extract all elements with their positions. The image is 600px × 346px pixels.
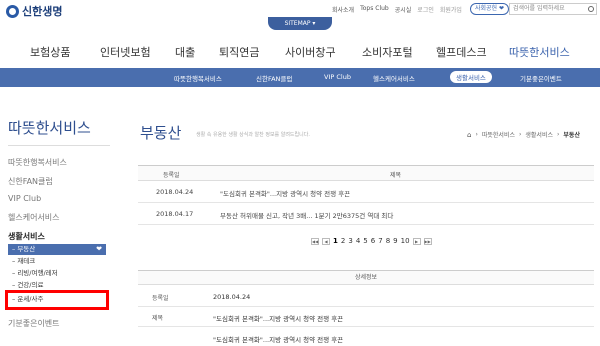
main-nav: 보험상품 인터넷보험 대출 퇴직연금 사이버창구 소비자포털 헬프데스크 따뜻한… <box>0 44 600 66</box>
page-number[interactable]: 5 <box>363 237 367 245</box>
util-link-login[interactable]: 로그인 <box>417 5 434 14</box>
sidebar-sub-label-text: 부동산 <box>17 245 36 253</box>
page-number[interactable]: 7 <box>378 237 382 245</box>
subnav-item-life[interactable]: 생활서비스 <box>450 71 492 83</box>
page-number[interactable]: 3 <box>348 237 352 245</box>
breadcrumb-item[interactable]: 따뜻한서비스 <box>482 130 515 139</box>
util-link-disclosure[interactable]: 공시실 <box>395 5 412 14</box>
bc-sep: › <box>518 131 522 138</box>
detail-title-label: 제목 <box>152 315 164 322</box>
table-header: 등록일 제목 <box>138 166 594 181</box>
row-title[interactable]: "도심회귀 본격화"...지방 광역시 청약 전쟁 후끈 <box>220 188 350 198</box>
detail-divider <box>138 306 594 307</box>
subnav-item-event[interactable]: 기분좋은이벤트 <box>520 73 562 83</box>
gnb-item-insurance[interactable]: 보험상품 <box>30 44 70 60</box>
sidebar-item-happy[interactable]: 따뜻한행복서비스 <box>8 157 67 168</box>
social-contribution-button[interactable]: 사회공헌 ❤ <box>470 3 510 15</box>
column-header-date: 등록일 <box>163 172 180 179</box>
sidebar-item-vip[interactable]: VIP Club <box>8 194 41 203</box>
first-page-button[interactable]: ◀◀ <box>311 237 319 245</box>
highlight-box <box>5 290 109 310</box>
sitemap-button[interactable]: SITEMAP ▾ <box>268 17 332 30</box>
detail-date-label: 등록일 <box>152 295 169 302</box>
detail-header: 상세정보 <box>138 270 594 285</box>
sidebar-sub-label-text: 건강/의료 <box>17 281 44 289</box>
subnav-item-healthcare[interactable]: 헬스케어서비스 <box>373 73 415 83</box>
gnb-item-pension[interactable]: 퇴직연금 <box>219 44 259 60</box>
gnb-item-warm-service[interactable]: 따뜻한서비스 <box>509 44 570 60</box>
row-date: 2018.04.24 <box>156 188 194 196</box>
util-link-company[interactable]: 회사소개 <box>332 5 354 14</box>
breadcrumb: ⌂ › 따뜻한서비스 › 생활서비스 › 부동산 <box>467 130 580 140</box>
page-description: 생활 속 유용한 생활 상식과 알찬 정보를 알려드립니다. <box>196 132 310 138</box>
last-page-button[interactable]: ▶▶ <box>423 237 432 245</box>
subnav-item-fan-club[interactable]: 신한FAN클럽 <box>256 73 292 83</box>
sidebar-sub-living[interactable]: – 리빙/여행/레저 <box>8 268 106 279</box>
sidebar-sub-real-estate[interactable]: – 부동산 ❤ <box>8 244 106 255</box>
detail-divider <box>138 326 594 327</box>
home-icon[interactable]: ⌂ <box>467 131 471 139</box>
bc-sep: › <box>557 131 560 138</box>
subnav-item-happy[interactable]: 따뜻한행복서비스 <box>174 73 222 83</box>
sidebar-title: 따뜻한서비스 <box>8 119 91 137</box>
detail-date: 2018.04.24 <box>213 293 251 301</box>
bc-sep: › <box>475 131 478 138</box>
page-title: 부동산 <box>140 124 182 142</box>
utility-links: 회사소개 Tops Club 공시실 로그인 회원가입 <box>332 5 462 14</box>
logo-mark-icon <box>6 4 19 18</box>
search-placeholder: 검색어를 입력하세요 <box>513 5 565 12</box>
sidebar-item-healthcare[interactable]: 헬스케어서비스 <box>8 212 60 223</box>
row-date: 2018.04.17 <box>156 210 194 218</box>
subnav-item-vip[interactable]: VIP Club <box>324 73 351 81</box>
page-number[interactable]: 10 <box>401 237 410 245</box>
search-icon[interactable] <box>588 6 594 12</box>
breadcrumb-current: 부동산 <box>563 132 580 139</box>
page-number[interactable]: 8 <box>386 237 390 245</box>
prev-page-button[interactable]: ◀ <box>322 237 330 245</box>
sidebar-divider <box>8 145 110 146</box>
sub-nav: 따뜻한행복서비스 신한FAN클럽 VIP Club 헬스케어서비스 생활서비스 … <box>0 68 600 87</box>
gnb-item-helpdesk[interactable]: 헬프데스크 <box>436 44 487 60</box>
page-number[interactable]: 4 <box>356 237 360 245</box>
gnb-item-internet-insurance[interactable]: 인터넷보험 <box>100 44 151 60</box>
sidebar-sub-label-text: 재테크 <box>17 257 36 265</box>
table-row[interactable]: 2018.04.24 "도심회귀 본격화"...지방 광역시 청약 전쟁 후끈 <box>138 181 594 203</box>
sidebar-sub-finance[interactable]: – 재테크 <box>8 256 106 267</box>
detail-body: "도심회귀 본격화"...지방 광역시 청약 전쟁 후끈 <box>213 336 344 344</box>
row-title[interactable]: 부동산 허위매물 신고, 작년 3배... 1분기 2만6375건 역대 최다 <box>220 210 393 220</box>
page-number[interactable]: 2 <box>341 237 345 245</box>
pagination: ◀◀ ◀ 1 2 3 4 5 6 7 8 9 10 ▶ ▶▶ <box>311 237 432 245</box>
logo-text: 신한생명 <box>22 5 63 18</box>
gnb-item-consumer[interactable]: 소비자포털 <box>362 44 413 60</box>
detail-title: "도심회귀 본격화"...지방 광역시 청약 전쟁 후끈 <box>213 315 344 323</box>
breadcrumb-item[interactable]: 생활서비스 <box>525 130 553 139</box>
util-link-tops-club[interactable]: Tops Club <box>360 5 389 14</box>
util-link-signup[interactable]: 회원가입 <box>440 5 462 14</box>
gnb-item-cyber[interactable]: 사이버창구 <box>285 44 336 60</box>
page-number[interactable]: 1 <box>333 237 338 245</box>
article-table: 등록일 제목 2018.04.24 "도심회귀 본격화"...지방 광역시 청약… <box>138 165 594 225</box>
next-page-button[interactable]: ▶ <box>412 237 421 245</box>
gnb-item-loan[interactable]: 대출 <box>175 44 195 60</box>
page-number[interactable]: 6 <box>371 237 375 245</box>
page-number[interactable]: 9 <box>393 237 397 245</box>
sidebar-item-fan-club[interactable]: 신한FAN클럽 <box>8 176 53 187</box>
sidebar-item-event[interactable]: 기분좋은이벤트 <box>8 318 60 329</box>
heart-icon: ❤ <box>96 245 102 253</box>
search-input[interactable]: 검색어를 입력하세요 <box>509 3 597 15</box>
sidebar-item-life[interactable]: 생활서비스 <box>8 231 45 242</box>
table-row[interactable]: 2018.04.17 부동산 허위매물 신고, 작년 3배... 1분기 2만6… <box>138 203 594 225</box>
column-header-title: 제목 <box>390 172 402 179</box>
logo[interactable]: 신한생명 <box>6 3 62 19</box>
sidebar-sub-label-text: 리빙/여행/레저 <box>17 269 58 277</box>
